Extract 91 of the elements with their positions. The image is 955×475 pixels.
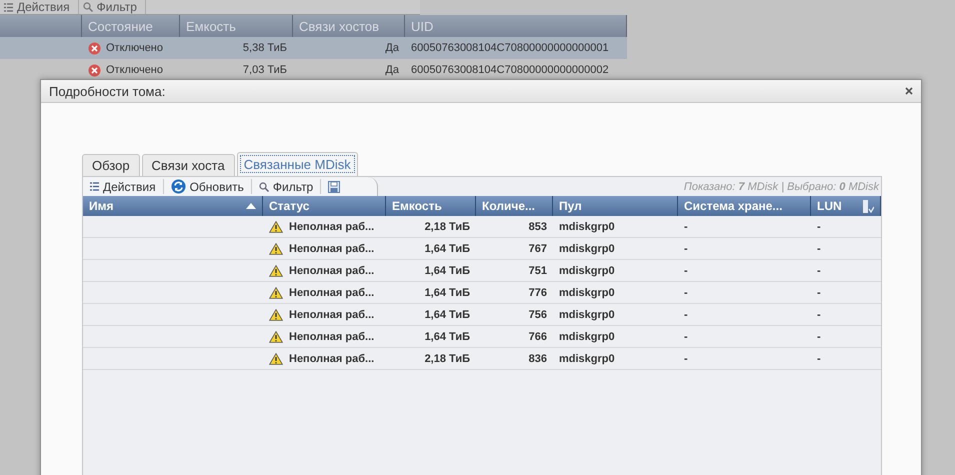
lun-text: - (817, 352, 821, 364)
table-row[interactable]: Неполная раб... 1,64 ТиБ 751 mdiskgrp0 - - (83, 260, 881, 282)
table-row[interactable]: Неполная раб... 1,64 ТиБ 756 mdiskgrp0 - - (83, 304, 881, 326)
capacity-text: 1,64 ТиБ (424, 242, 470, 254)
host-links-text: Да (385, 64, 399, 76)
count-text: 853 (528, 220, 547, 232)
summary-text: Показано: 7 MDisk | Выбрано: 0 MDisk (684, 180, 880, 192)
close-icon[interactable] (905, 87, 913, 95)
list-icon (4, 2, 13, 12)
system-text: - (684, 286, 688, 298)
table-row[interactable]: Неполная раб... 2,18 ТиБ 853 mdiskgrp0 - - (83, 216, 881, 238)
status-text: Отключено (106, 42, 163, 54)
column-header[interactable]: Имя (83, 196, 263, 216)
uid-text: 60050763008104C70800000000000001 (411, 42, 609, 54)
count-text: 836 (528, 352, 547, 364)
lun-text: - (817, 264, 821, 276)
table-row[interactable]: Неполная раб... 1,64 ТиБ 767 mdiskgrp0 - - (83, 238, 881, 260)
status-text: Неполная раб... (289, 242, 374, 254)
pool-text: mdiskgrp0 (559, 220, 615, 232)
system-text: - (684, 330, 688, 342)
list-icon (90, 182, 99, 191)
search-icon (82, 2, 93, 12)
toolbar-button[interactable]: Действия (0, 0, 79, 14)
capacity-text: 2,18 ТиБ (424, 352, 470, 364)
tab[interactable]: Обзор (82, 154, 140, 176)
capacity-text: 5,38 ТиБ (242, 42, 287, 54)
capacity-text: 1,64 ТиБ (424, 330, 470, 342)
status-text: Неполная раб... (289, 330, 374, 342)
system-text: - (684, 308, 688, 320)
toolbar-button[interactable]: Обновить (164, 179, 252, 194)
toolbar-button[interactable]: Фильтр (78, 0, 146, 14)
pool-text: mdiskgrp0 (559, 352, 615, 364)
system-text: - (684, 220, 688, 232)
warning-icon (269, 286, 283, 298)
status-text: Отключено (106, 64, 163, 76)
pool-text: mdiskgrp0 (559, 286, 615, 298)
count-text: 767 (528, 242, 547, 254)
warning-icon (269, 330, 283, 342)
uid-text: 60050763008104C70800000000000002 (411, 64, 609, 76)
warning-icon (269, 220, 283, 232)
pool-text: mdiskgrp0 (559, 330, 615, 342)
warning-icon (269, 308, 283, 320)
lun-text: - (817, 330, 821, 342)
warning-icon (269, 352, 283, 364)
table-row[interactable]: Неполная раб... 1,64 ТиБ 766 mdiskgrp0 - - (83, 326, 881, 348)
table-row[interactable]: Неполная раб... 1,64 ТиБ 776 mdiskgrp0 - - (83, 282, 881, 304)
capacity-text: 1,64 ТиБ (424, 286, 470, 298)
count-text: 751 (528, 264, 547, 276)
tab[interactable]: Связанные MDisk (236, 152, 358, 176)
capacity-text: 2,18 ТиБ (424, 220, 470, 232)
capacity-text: 7,03 ТиБ (242, 64, 287, 76)
tab[interactable]: Связи хоста (142, 154, 235, 176)
status-text: Неполная раб... (289, 264, 374, 276)
count-text: 756 (528, 308, 547, 320)
dialog-title: Подробности тома: (49, 84, 166, 98)
column-header[interactable]: Система хране... (678, 196, 811, 216)
capacity-text: 1,64 ТиБ (424, 264, 470, 276)
error-icon (88, 64, 101, 76)
column-picker-icon[interactable] (863, 200, 874, 212)
toolbar-button[interactable]: Фильтр (252, 179, 322, 194)
table-row[interactable]: Неполная раб... 2,18 ТиБ 836 mdiskgrp0 - - (83, 348, 881, 370)
column-header[interactable]: LUN (811, 196, 881, 216)
column-header[interactable]: Емкость (386, 196, 476, 216)
system-text: - (684, 352, 688, 364)
pool-text: mdiskgrp0 (559, 264, 615, 276)
status-text: Неполная раб... (289, 352, 374, 364)
pool-text: mdiskgrp0 (559, 308, 615, 320)
lun-text: - (817, 220, 821, 232)
lun-text: - (817, 242, 821, 254)
column-header[interactable]: Статус (263, 196, 386, 216)
error-icon (88, 42, 101, 54)
count-text: 776 (528, 286, 547, 298)
capacity-text: 1,64 ТиБ (424, 308, 470, 320)
status-text: Неполная раб... (289, 308, 374, 320)
table-row[interactable]: Отключено 7,03 ТиБ Да 60050763008104C70800000000000002 (0, 59, 627, 81)
system-text: - (684, 242, 688, 254)
count-text: 766 (528, 330, 547, 342)
system-text: - (684, 264, 688, 276)
search-icon (258, 182, 269, 192)
status-text: Неполная раб... (289, 220, 374, 232)
status-text: Неполная раб... (289, 286, 374, 298)
pool-text: mdiskgrp0 (559, 242, 615, 254)
table-row[interactable]: Отключено 5,38 ТиБ Да 60050763008104C70800000000000001 (0, 37, 627, 59)
toolbar-button[interactable]: Действия (83, 179, 164, 194)
lun-text: - (817, 308, 821, 320)
column-header[interactable]: Количе... (476, 196, 553, 216)
host-links-text: Да (385, 42, 399, 54)
warning-icon (269, 242, 283, 254)
lun-text: - (817, 286, 821, 298)
warning-icon (269, 264, 283, 276)
column-header[interactable]: Пул (553, 196, 678, 216)
